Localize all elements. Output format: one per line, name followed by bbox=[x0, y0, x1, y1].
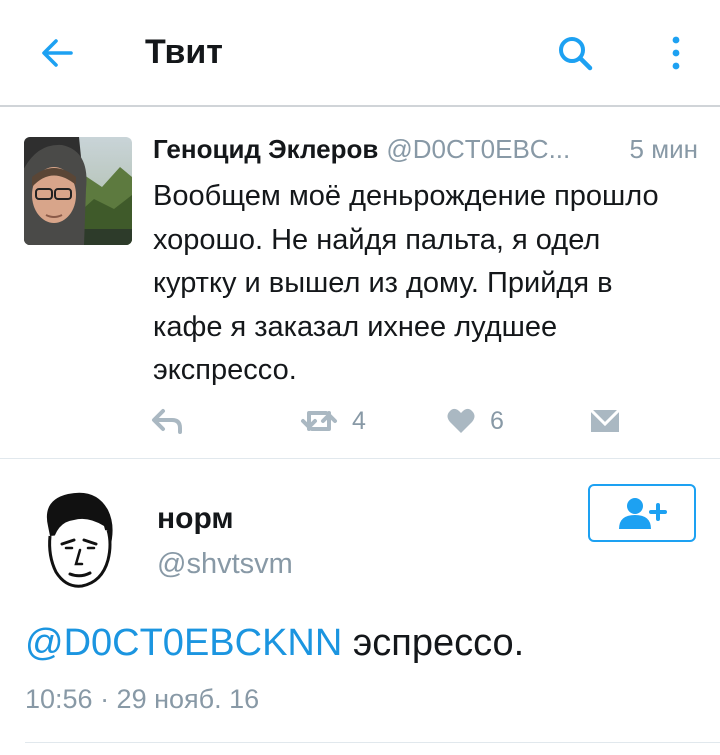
reply-text: @D0CT0EBCKNN эспрессо. bbox=[25, 622, 524, 665]
mention-link[interactable]: @D0CT0EBCKNN bbox=[25, 622, 342, 664]
author-handle[interactable]: @D0CT0EBC... bbox=[386, 134, 570, 164]
page-title: Твит bbox=[145, 33, 223, 71]
search-icon bbox=[559, 37, 593, 71]
tweet-text: Вообщем моё деньрождение прошло хорошо. … bbox=[153, 180, 659, 386]
more-vertical-icon bbox=[672, 36, 680, 70]
envelope-icon bbox=[590, 408, 620, 432]
reply-tweet[interactable]: норм @shvtsvm @D0CT0EBCKNN эспрессо. 10:… bbox=[0, 460, 720, 755]
heart-icon bbox=[447, 408, 475, 433]
reply-button[interactable] bbox=[150, 401, 184, 441]
retweet-button[interactable]: 4 bbox=[300, 401, 366, 441]
reply-icon bbox=[152, 409, 182, 434]
follow-user-icon bbox=[619, 498, 667, 529]
tweet-header: Геноцид Эклеров @D0CT0EBC... 5 мин bbox=[153, 134, 698, 168]
like-button[interactable]: 6 bbox=[446, 401, 504, 441]
like-count: 6 bbox=[490, 406, 504, 435]
divider bbox=[25, 742, 720, 743]
avatar[interactable] bbox=[24, 137, 132, 245]
arrow-left-icon bbox=[42, 39, 73, 67]
search-button[interactable] bbox=[552, 30, 598, 76]
tweet-time: 5 мин bbox=[629, 134, 698, 164]
follow-button[interactable] bbox=[588, 484, 696, 542]
tweet-item[interactable]: Геноцид Эклеров @D0CT0EBC... 5 мин Вообще… bbox=[0, 109, 720, 459]
top-app-bar: Твит bbox=[0, 0, 720, 107]
author-name[interactable]: Геноцид Эклеров bbox=[153, 134, 378, 164]
back-button[interactable] bbox=[34, 30, 80, 76]
reply-timestamp: 10:56 · 29 нояб. 16 bbox=[25, 684, 260, 714]
avatar[interactable] bbox=[38, 486, 118, 590]
more-options-button[interactable] bbox=[656, 30, 696, 76]
author-name[interactable]: норм bbox=[157, 502, 234, 536]
retweet-count: 4 bbox=[352, 406, 366, 435]
reply-body: эспрессо. bbox=[342, 622, 525, 664]
direct-message-button[interactable] bbox=[590, 401, 620, 441]
author-handle[interactable]: @shvtsvm bbox=[157, 548, 293, 581]
retweet-icon bbox=[301, 411, 337, 431]
